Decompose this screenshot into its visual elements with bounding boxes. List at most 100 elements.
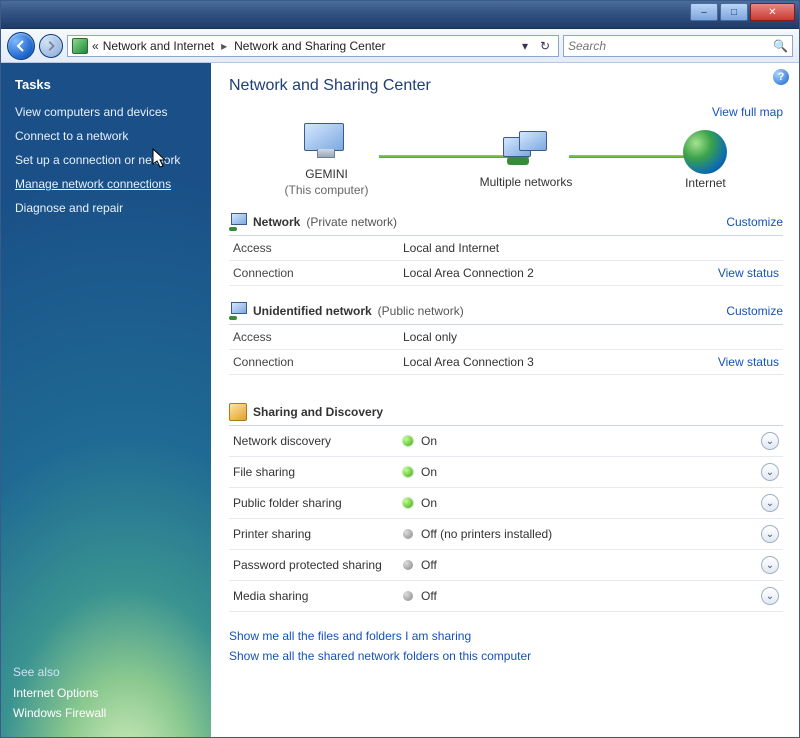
see-also-heading: See also (13, 665, 199, 679)
map-node-label: Internet (685, 176, 726, 190)
search-input[interactable] (568, 39, 788, 53)
network-section-header: Unidentified network (Public network) Cu… (229, 296, 783, 325)
network-access-row: Access Local and Internet (229, 236, 783, 261)
refresh-icon[interactable]: ↻ (536, 37, 554, 55)
map-node-sublabel: (This computer) (285, 183, 369, 197)
expand-button[interactable]: ⌄ (761, 432, 779, 450)
forward-button[interactable] (39, 34, 63, 58)
help-icon[interactable]: ? (773, 69, 789, 85)
expand-button[interactable]: ⌄ (761, 556, 779, 574)
expand-button[interactable]: ⌄ (761, 587, 779, 605)
sharing-value: Off (421, 589, 761, 603)
network-section-header: Network (Private network) Customize (229, 207, 783, 236)
expand-button[interactable]: ⌄ (761, 494, 779, 512)
window: – □ ✕ « Network and Internet ▸ Network a… (0, 0, 800, 738)
sharing-label: Password protected sharing (233, 558, 403, 572)
sharing-value: On (421, 465, 761, 479)
expand-button[interactable]: ⌄ (761, 525, 779, 543)
link-files-sharing[interactable]: Show me all the files and folders I am s… (229, 626, 783, 646)
task-connect-network[interactable]: Connect to a network (13, 124, 199, 148)
task-diagnose-repair[interactable]: Diagnose and repair (13, 196, 199, 220)
network-type: (Public network) (378, 304, 464, 318)
sharing-label: Network discovery (233, 434, 403, 448)
task-manage-connections[interactable]: Manage network connections (13, 172, 199, 196)
customize-link[interactable]: Customize (726, 215, 783, 229)
map-node-label: GEMINI (305, 167, 348, 181)
row-value: Local only (403, 330, 779, 344)
sharing-icon (229, 403, 247, 421)
nav-bar: « Network and Internet ▸ Network and Sha… (1, 29, 799, 63)
status-led-icon (403, 498, 413, 508)
close-button[interactable]: ✕ (750, 3, 795, 21)
globe-icon (683, 130, 727, 174)
address-bar[interactable]: « Network and Internet ▸ Network and Sha… (67, 35, 559, 57)
view-status-link[interactable]: View status (718, 355, 779, 369)
chevron-right-icon[interactable]: ▸ (218, 39, 230, 53)
network-connection-row: Connection Local Area Connection 2 View … (229, 261, 783, 286)
sharing-row: Network discovery On⌄ (229, 426, 783, 457)
sharing-row: Public folder sharing On⌄ (229, 488, 783, 519)
minimize-button[interactable]: – (690, 3, 718, 21)
sharing-row: Media sharing Off⌄ (229, 581, 783, 612)
task-setup-connection[interactable]: Set up a connection or network (13, 148, 199, 172)
customize-link[interactable]: Customize (726, 304, 783, 318)
row-value: Local Area Connection 2 (403, 266, 718, 280)
maximize-button[interactable]: □ (720, 3, 748, 21)
search-icon[interactable]: 🔍 (773, 39, 788, 53)
map-node-multiple-networks[interactable]: Multiple networks (480, 131, 573, 189)
network-name: Unidentified network (253, 304, 372, 318)
sharing-section-header: Sharing and Discovery (229, 397, 783, 426)
network-icon (503, 131, 549, 173)
network-map: GEMINI (This computer) Multiple networks… (229, 123, 783, 197)
view-status-link[interactable]: View status (718, 266, 779, 280)
sharing-row: File sharing On⌄ (229, 457, 783, 488)
see-also-section: See also Internet Options Windows Firewa… (13, 665, 199, 723)
control-panel-icon (72, 38, 88, 54)
task-view-computers[interactable]: View computers and devices (13, 100, 199, 124)
bottom-links: Show me all the files and folders I am s… (229, 626, 783, 666)
sharing-row: Password protected sharing Off⌄ (229, 550, 783, 581)
status-led-icon (403, 529, 413, 539)
row-label: Connection (233, 355, 403, 369)
status-led-icon (403, 467, 413, 477)
breadcrumb-network-internet[interactable]: Network and Internet (103, 39, 214, 53)
map-node-this-computer[interactable]: GEMINI (This computer) (285, 123, 369, 197)
row-value: Local and Internet (403, 241, 779, 255)
network-type: (Private network) (306, 215, 397, 229)
breadcrumb-sharing-center[interactable]: Network and Sharing Center (234, 39, 385, 53)
breadcrumb-prefix: « (92, 39, 99, 53)
sharing-row: Printer sharingOff (no printers installe… (229, 519, 783, 550)
sharing-title: Sharing and Discovery (253, 405, 383, 419)
sharing-value: On (421, 434, 761, 448)
map-node-label: Multiple networks (480, 175, 573, 189)
row-label: Access (233, 241, 403, 255)
network-icon (229, 302, 247, 320)
search-box[interactable]: 🔍 (563, 35, 793, 57)
network-access-row: Access Local only (229, 325, 783, 350)
link-shared-folders[interactable]: Show me all the shared network folders o… (229, 646, 783, 666)
sharing-label: File sharing (233, 465, 403, 479)
sharing-label: Media sharing (233, 589, 403, 603)
see-also-windows-firewall[interactable]: Windows Firewall (13, 703, 199, 723)
sharing-label: Public folder sharing (233, 496, 403, 510)
status-led-icon (403, 436, 413, 446)
content-pane: ? Network and Sharing Center View full m… (211, 63, 799, 737)
tasks-sidebar: Tasks View computers and devices Connect… (1, 63, 211, 737)
view-full-map-link[interactable]: View full map (229, 105, 783, 119)
row-label: Connection (233, 266, 403, 280)
see-also-internet-options[interactable]: Internet Options (13, 683, 199, 703)
sharing-value: Off (no printers installed) (421, 527, 761, 541)
network-icon (229, 213, 247, 231)
computer-icon (304, 123, 350, 165)
row-value: Local Area Connection 3 (403, 355, 718, 369)
expand-button[interactable]: ⌄ (761, 463, 779, 481)
row-label: Access (233, 330, 403, 344)
network-name: Network (253, 215, 300, 229)
status-led-icon (403, 591, 413, 601)
back-button[interactable] (7, 32, 35, 60)
sharing-value: Off (421, 558, 761, 572)
status-led-icon (403, 560, 413, 570)
sharing-value: On (421, 496, 761, 510)
map-node-internet[interactable]: Internet (683, 130, 727, 190)
address-dropdown-icon[interactable]: ▾ (516, 37, 534, 55)
